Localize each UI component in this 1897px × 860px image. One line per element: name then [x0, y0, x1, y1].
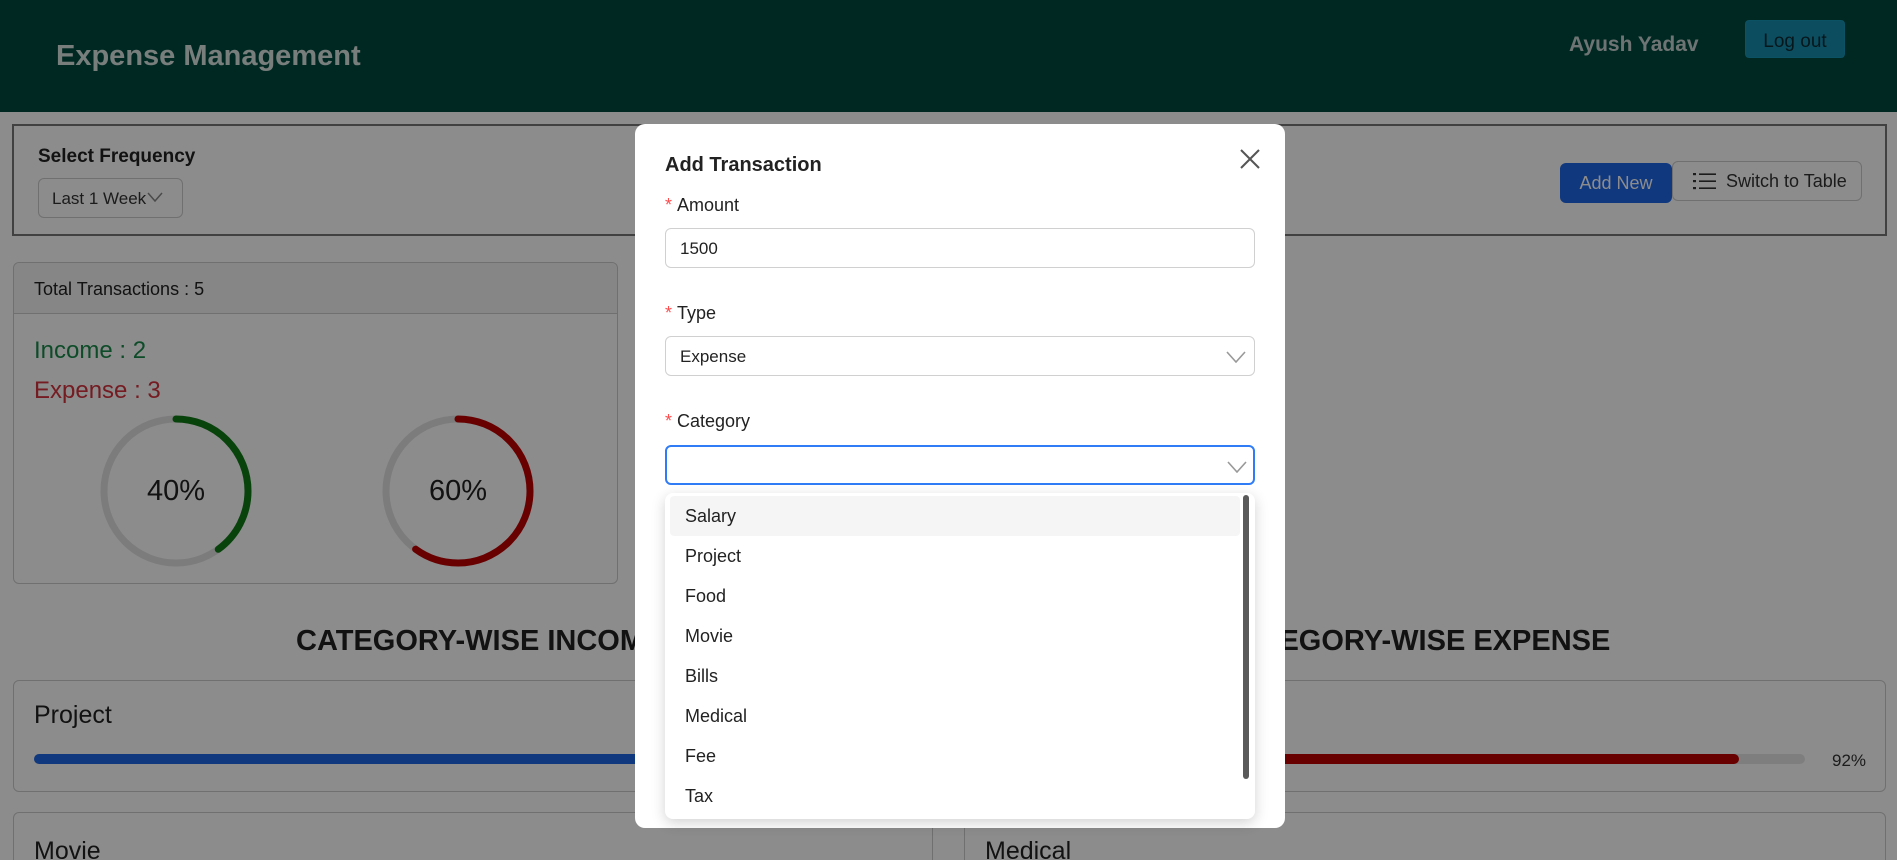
- category-option-fee[interactable]: Fee: [670, 736, 1240, 776]
- category-option-salary[interactable]: Salary: [670, 496, 1240, 536]
- category-option-medical[interactable]: Medical: [670, 696, 1240, 736]
- required-mark: *: [665, 411, 673, 431]
- amount-label: * Amount: [665, 195, 740, 215]
- category-option-food[interactable]: Food: [670, 576, 1240, 616]
- category-option-project[interactable]: Project: [670, 536, 1240, 576]
- close-icon[interactable]: [1239, 148, 1261, 170]
- type-value: Expense: [680, 347, 747, 366]
- category-option-movie[interactable]: Movie: [670, 616, 1240, 656]
- category-select[interactable]: [665, 445, 1255, 485]
- dropdown-scrollbar[interactable]: [1243, 495, 1249, 779]
- category-option-tax[interactable]: Tax: [670, 776, 1240, 816]
- chevron-down-icon: [1226, 351, 1246, 363]
- modal-title: Add Transaction: [665, 154, 822, 176]
- required-mark: *: [665, 195, 673, 215]
- type-label: * Type: [665, 303, 717, 323]
- category-dropdown: Salary Project Food Movie Bills Medical …: [665, 493, 1255, 819]
- chevron-down-icon: [1227, 461, 1247, 473]
- category-label: * Category: [665, 411, 751, 431]
- required-mark: *: [665, 303, 673, 323]
- category-option-bills[interactable]: Bills: [670, 656, 1240, 696]
- type-select[interactable]: Expense: [665, 336, 1255, 376]
- add-transaction-modal: Add Transaction * Amount 1500 * Type Expen…: [635, 124, 1285, 828]
- amount-input[interactable]: 1500: [665, 228, 1255, 268]
